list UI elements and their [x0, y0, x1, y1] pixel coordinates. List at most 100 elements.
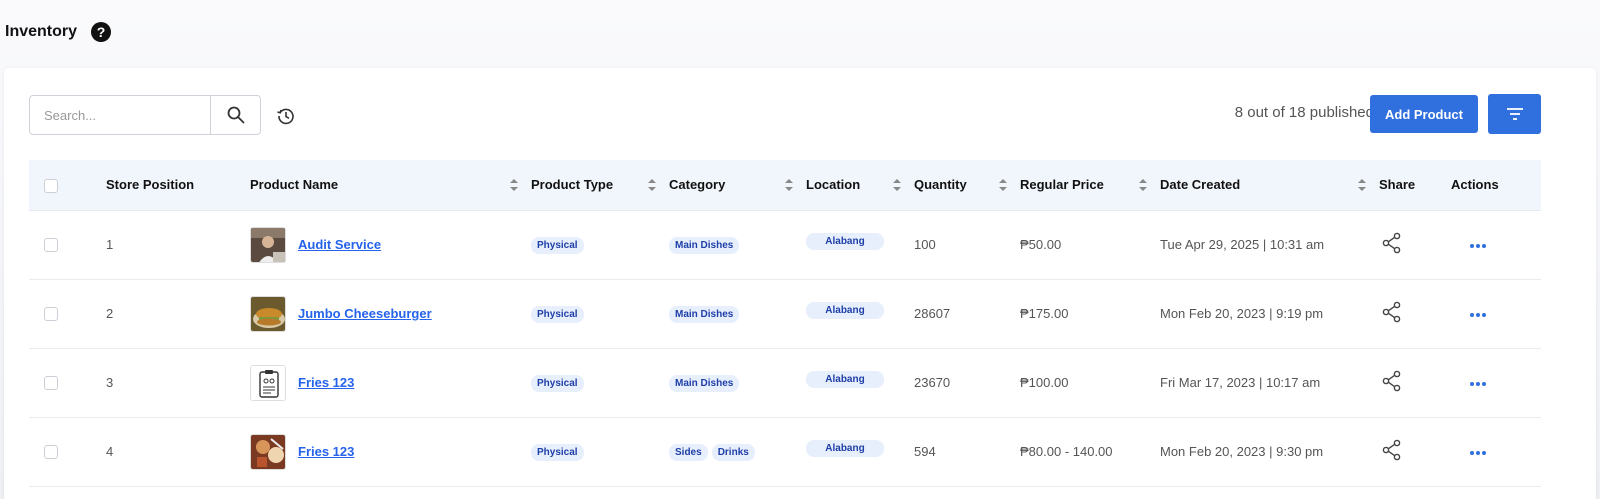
quantity-cell: 100	[914, 210, 1020, 280]
history-button[interactable]	[274, 104, 298, 128]
search-button[interactable]	[210, 96, 260, 134]
product-type-tag: Physical	[531, 305, 584, 323]
location-tag: Alabang	[806, 301, 884, 319]
share-icon	[1382, 301, 1401, 323]
category-tag: Main Dishes	[669, 236, 740, 254]
category-tag: Main Dishes	[669, 305, 740, 323]
column-header-quantity[interactable]: Quantity	[914, 160, 1020, 211]
actions-button[interactable]	[1469, 381, 1487, 387]
product-name-link[interactable]: Fries 123	[298, 444, 354, 459]
help-icon[interactable]: ?	[91, 22, 112, 42]
table-row: 1 Audit Service Physical Main Dishes Ala…	[29, 210, 1541, 280]
product-type-cell: Physical	[531, 348, 669, 418]
table-row: 2 Jumbo Cheeseburger Physical Main Dishe…	[29, 279, 1541, 349]
product-name-link[interactable]: Jumbo Cheeseburger	[298, 306, 432, 321]
column-header-location[interactable]: Location	[806, 160, 914, 211]
column-header-date-created[interactable]: Date Created	[1160, 160, 1379, 211]
column-label: Date Created	[1160, 177, 1241, 193]
column-header-actions: Actions	[1451, 160, 1541, 211]
column-header-product-name[interactable]: Product Name	[250, 160, 531, 211]
published-count: 8 out of 18 published	[1234, 104, 1374, 121]
row-checkbox[interactable]	[44, 238, 58, 253]
location-cell: Alabang	[806, 417, 914, 487]
product-thumbnail	[250, 364, 286, 401]
actions-button[interactable]	[1469, 243, 1487, 249]
product-name-cell: Fries 123	[250, 417, 531, 487]
sort-icon[interactable]	[1357, 178, 1367, 192]
regular-price-cell: ₱50.00	[1020, 210, 1160, 280]
column-label: Quantity	[914, 177, 967, 193]
quantity-cell: 23670	[914, 348, 1020, 418]
share-cell	[1379, 348, 1451, 418]
more-horizontal-icon	[1470, 313, 1486, 317]
actions-button[interactable]	[1469, 450, 1487, 456]
row-select-cell	[29, 210, 106, 280]
store-position-cell: 3	[106, 348, 250, 418]
actions-button[interactable]	[1469, 312, 1487, 318]
share-cell	[1379, 279, 1451, 349]
quantity-cell: 28607	[914, 279, 1020, 349]
regular-price-cell: ₱175.00	[1020, 279, 1160, 349]
location-cell: Alabang	[806, 210, 914, 280]
category-tag: Drinks	[711, 443, 755, 461]
share-icon	[1382, 370, 1401, 392]
store-position-cell: 4	[106, 417, 250, 487]
select-all-cell	[29, 160, 106, 211]
sort-icon[interactable]	[1138, 178, 1148, 192]
column-header-regular-price[interactable]: Regular Price	[1020, 160, 1160, 211]
product-name-cell: Fries 123	[250, 348, 531, 418]
row-select-cell	[29, 279, 106, 349]
more-horizontal-icon	[1470, 244, 1486, 248]
sort-icon[interactable]	[892, 178, 902, 192]
share-cell	[1379, 417, 1451, 487]
table-header-row: Store Position Product Name Product Type…	[29, 160, 1541, 211]
category-cell: Sides Drinks	[669, 417, 806, 487]
share-button[interactable]	[1382, 301, 1402, 323]
column-label: Product Type	[531, 177, 614, 193]
column-header-category[interactable]: Category	[669, 160, 806, 211]
location-tag: Alabang	[806, 370, 884, 388]
category-tag: Sides	[669, 443, 708, 461]
column-header-store-position: Store Position	[106, 160, 250, 211]
row-checkbox[interactable]	[44, 376, 58, 391]
search-box	[29, 95, 261, 135]
row-checkbox[interactable]	[44, 307, 58, 322]
page-header: Inventory ?	[5, 20, 112, 44]
share-cell	[1379, 210, 1451, 280]
date-created-cell: Tue Apr 29, 2025 | 10:31 am	[1160, 210, 1379, 280]
product-type-cell: Physical	[531, 210, 669, 280]
column-header-share: Share	[1379, 160, 1451, 211]
column-header-product-type[interactable]: Product Type	[531, 160, 669, 211]
sort-icon[interactable]	[647, 178, 657, 192]
inventory-table: Store Position Product Name Product Type…	[29, 160, 1541, 487]
column-label: Regular Price	[1020, 177, 1104, 193]
sort-icon[interactable]	[509, 178, 519, 192]
more-horizontal-icon	[1470, 451, 1486, 455]
filter-button[interactable]	[1488, 94, 1541, 134]
date-created-cell: Mon Feb 20, 2023 | 9:30 pm	[1160, 417, 1379, 487]
product-type-tag: Physical	[531, 374, 584, 392]
actions-cell	[1451, 210, 1541, 280]
product-type-tag: Physical	[531, 236, 584, 254]
column-label: Product Name	[250, 177, 339, 193]
date-created-cell: Mon Feb 20, 2023 | 9:19 pm	[1160, 279, 1379, 349]
share-button[interactable]	[1382, 439, 1402, 461]
table-body: 1 Audit Service Physical Main Dishes Ala…	[29, 210, 1541, 487]
column-label: Category	[669, 177, 726, 193]
category-cell: Main Dishes	[669, 279, 806, 349]
share-button[interactable]	[1382, 232, 1402, 254]
date-created-cell: Fri Mar 17, 2023 | 10:17 am	[1160, 348, 1379, 418]
add-product-button[interactable]: Add Product	[1370, 95, 1478, 133]
row-select-cell	[29, 417, 106, 487]
product-name-cell: Jumbo Cheeseburger	[250, 279, 531, 349]
share-button[interactable]	[1382, 370, 1402, 392]
row-checkbox[interactable]	[44, 445, 58, 460]
location-tag: Alabang	[806, 232, 884, 250]
product-name-link[interactable]: Audit Service	[298, 237, 381, 252]
product-name-link[interactable]: Fries 123	[298, 375, 354, 390]
select-all-checkbox[interactable]	[44, 178, 58, 193]
sort-icon[interactable]	[784, 178, 794, 192]
row-select-cell	[29, 348, 106, 418]
search-input[interactable]	[30, 96, 210, 134]
sort-icon[interactable]	[998, 178, 1008, 192]
